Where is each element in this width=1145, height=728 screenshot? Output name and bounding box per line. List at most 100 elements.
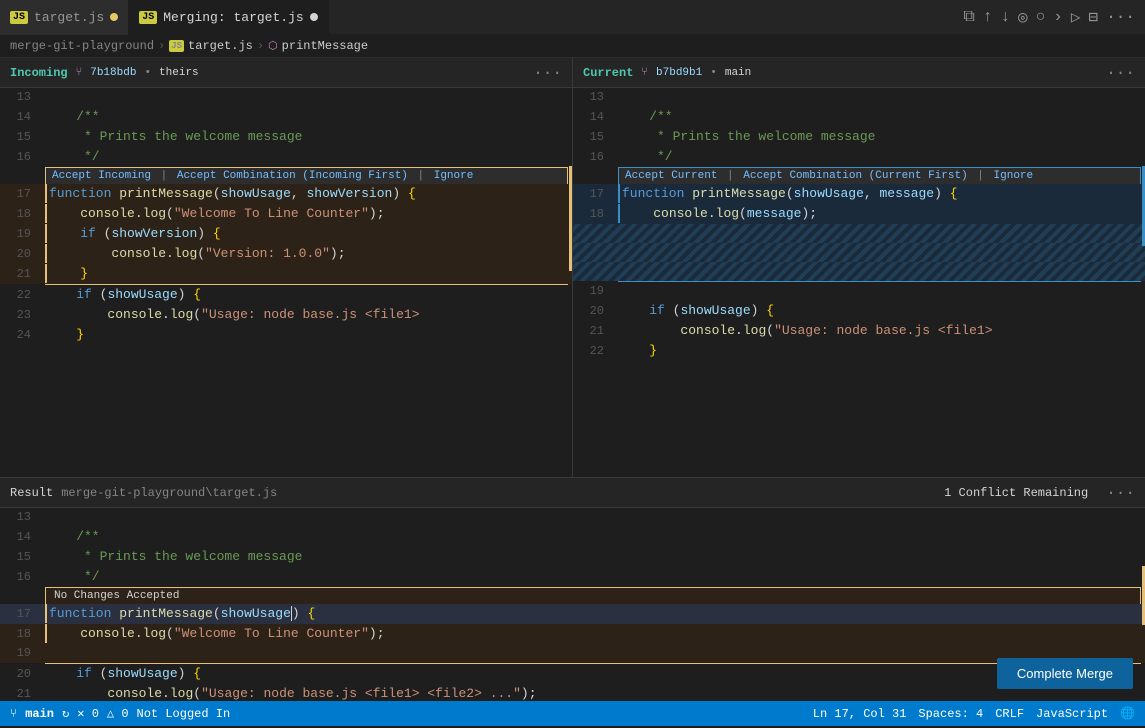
table-row: 15 * Prints the welcome message — [0, 127, 572, 147]
tab-bar: JS target.js JS Merging: target.js ⧉ ↑ ↓… — [0, 0, 1145, 35]
table-row — [573, 262, 1145, 281]
table-row: 14 /** — [0, 107, 572, 127]
table-row: 16 */ — [0, 147, 572, 167]
table-row: 16 */ — [573, 147, 1145, 167]
breadcrumb-func[interactable]: printMessage — [282, 39, 368, 53]
incoming-code[interactable]: 13 14 /** 15 * Prints the welcome messag… — [0, 88, 572, 477]
table-row: 13 — [0, 88, 572, 107]
result-panel: Result merge-git-playground\target.js 1 … — [0, 478, 1145, 701]
table-row: 18 console.log("Welcome To Line Counter"… — [0, 204, 572, 224]
incoming-actions-bar: Accept Incoming | Accept Combination (In… — [45, 167, 568, 184]
language-mode[interactable]: JavaScript — [1036, 707, 1108, 721]
table-row: 19 — [573, 282, 1145, 301]
incoming-label: Incoming — [10, 66, 68, 80]
error-count: ✕ 0 — [77, 706, 99, 721]
ignore-incoming-link[interactable]: Ignore — [434, 170, 474, 182]
breadcrumb-sep2: › — [257, 39, 264, 53]
tab-merging-dot — [310, 13, 318, 21]
current-hash: b7bd9b1 — [656, 67, 702, 79]
table-row: 24 } — [0, 325, 572, 345]
eye-icon[interactable]: ◎ — [1018, 7, 1028, 27]
accept-combination-current-link[interactable]: Accept Combination (Current First) — [743, 170, 967, 182]
current-branch: main — [725, 67, 751, 79]
table-row: 13 — [573, 88, 1145, 107]
table-row: 18 console.log(message); — [573, 204, 1145, 224]
table-row: 14 /** — [573, 107, 1145, 127]
breadcrumb-js-icon: JS — [169, 40, 184, 52]
table-row: 20 if (showUsage) { — [0, 664, 1145, 684]
complete-merge-button[interactable]: Complete Merge — [997, 658, 1133, 689]
table-row: 20 if (showUsage) { — [573, 301, 1145, 321]
tab-target[interactable]: JS target.js — [0, 0, 129, 35]
warning-count: △ 0 — [107, 706, 129, 721]
accept-current-link[interactable]: Accept Current — [625, 170, 717, 182]
conflict-remaining-badge: 1 Conflict Remaining — [944, 486, 1088, 500]
table-row: 21 } — [0, 264, 572, 284]
table-row: 19 if (showVersion) { — [0, 224, 572, 244]
no-changes-bar: No Changes Accepted — [45, 587, 1141, 604]
current-more-icon[interactable]: ··· — [1106, 64, 1135, 82]
not-logged-in[interactable]: Not Logged In — [137, 707, 231, 721]
table-row: 17 function printMessage(showUsage, show… — [0, 184, 572, 204]
tab-merging[interactable]: JS Merging: target.js — [129, 0, 328, 35]
table-row — [573, 224, 1145, 243]
git-branch-icon: ⑂ — [10, 707, 17, 721]
table-row: 22 } — [573, 341, 1145, 361]
table-row: 15 * Prints the welcome message — [573, 127, 1145, 147]
split-panes: Incoming ⑂ 7b18bdb • theirs ··· 13 14 /*… — [0, 58, 1145, 478]
arrow-up-icon[interactable]: ↑ — [983, 8, 993, 26]
table-row: 17 function printMessage(showUsage) { — [0, 604, 1145, 624]
incoming-header: Incoming ⑂ 7b18bdb • theirs ··· — [0, 58, 572, 88]
tab-actions: ⧉ ↑ ↓ ◎ ○ › ▷ ⊟ ··· — [963, 7, 1145, 27]
result-more-icon[interactable]: ··· — [1106, 484, 1135, 502]
copy-icon[interactable]: ⧉ — [963, 8, 974, 26]
current-branch-status[interactable]: main — [25, 707, 54, 721]
table-row: 22 if (showUsage) { — [0, 285, 572, 305]
js-icon-2: JS — [139, 11, 157, 24]
table-row: 13 — [0, 508, 1145, 527]
incoming-more-icon[interactable]: ··· — [533, 64, 562, 82]
current-actions-bar: Accept Current | Accept Combination (Cur… — [618, 167, 1141, 184]
incoming-pane: Incoming ⑂ 7b18bdb • theirs ··· 13 14 /*… — [0, 58, 573, 477]
line-ending[interactable]: CRLF — [995, 707, 1024, 721]
sync-icon[interactable]: ↻ — [62, 706, 69, 721]
current-code[interactable]: 13 14 /** 15 * Prints the welcome messag… — [573, 88, 1145, 477]
incoming-conflict-block: 17 function printMessage(showUsage, show… — [0, 184, 572, 284]
breadcrumb-sep1: › — [158, 39, 165, 53]
globe-icon[interactable]: 🌐 — [1120, 706, 1135, 721]
accept-incoming-link[interactable]: Accept Incoming — [52, 170, 151, 182]
result-code[interactable]: 13 14 /** 15 * Prints the welcome messag… — [0, 508, 1145, 701]
table-row: 15 * Prints the welcome message — [0, 547, 1145, 567]
circle-icon[interactable]: ○ — [1036, 8, 1046, 26]
next-icon[interactable]: ▷ — [1071, 7, 1081, 27]
cursor-position[interactable]: Ln 17, Col 31 — [813, 707, 907, 721]
table-row — [573, 243, 1145, 262]
chevron-right-icon[interactable]: › — [1053, 8, 1063, 26]
incoming-branch: theirs — [159, 67, 199, 79]
ignore-current-link[interactable]: Ignore — [994, 170, 1034, 182]
breadcrumb-file[interactable]: target.js — [188, 39, 253, 53]
accept-combination-incoming-link[interactable]: Accept Combination (Incoming First) — [177, 170, 408, 182]
incoming-conflict-bar — [569, 166, 572, 271]
current-conflict-block: 17 function printMessage(showUsage, mess… — [573, 184, 1145, 281]
spaces-indicator[interactable]: Spaces: 4 — [918, 707, 983, 721]
more-icon[interactable]: ··· — [1106, 8, 1135, 26]
arrow-down-icon[interactable]: ↓ — [1000, 8, 1010, 26]
current-pane: Current ⑂ b7bd9b1 • main ··· 13 14 /** — [573, 58, 1145, 477]
table-row: 23 console.log("Usage: node base.js <fil… — [0, 305, 572, 325]
table-row: 17 function printMessage(showUsage, mess… — [573, 184, 1145, 204]
breadcrumb-func-icon: ⬡ — [268, 39, 278, 53]
result-conflict-block: 17 function printMessage(showUsage) { 18… — [0, 604, 1145, 663]
current-hash-icon: ⑂ — [641, 67, 648, 79]
incoming-hash-icon: ⑂ — [76, 67, 83, 79]
tab-merging-label: Merging: target.js — [163, 10, 303, 25]
status-bar: ⑂ main ↻ ✕ 0 △ 0 Not Logged In Ln 17, Co… — [0, 701, 1145, 726]
tab-modified-dot — [110, 13, 118, 21]
table-row: 20 console.log("Version: 1.0.0"); — [0, 244, 572, 264]
breadcrumb-project[interactable]: merge-git-playground — [10, 39, 154, 53]
table-row: 21 console.log("Usage: node base.js <fil… — [573, 321, 1145, 341]
table-row: 21 console.log("Usage: node base.js <fil… — [0, 684, 1145, 701]
table-row: 14 /** — [0, 527, 1145, 547]
tab-target-label: target.js — [34, 10, 104, 25]
layout-icon[interactable]: ⊟ — [1089, 7, 1099, 27]
